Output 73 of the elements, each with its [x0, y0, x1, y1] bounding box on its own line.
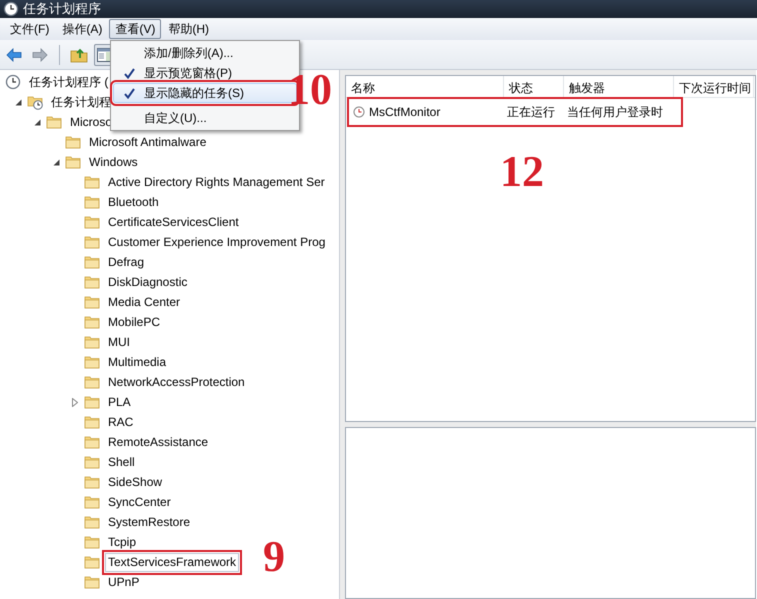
table-cell-text: MsCtfMonitor: [369, 104, 440, 121]
folder-icon: [84, 514, 100, 530]
folder-icon: [84, 254, 100, 270]
tree-item[interactable]: SystemRestore: [105, 512, 194, 532]
folder-icon: [84, 474, 100, 490]
folder-icon: [84, 314, 100, 330]
column-header[interactable]: 状态: [504, 76, 564, 97]
tree-item[interactable]: MobilePC: [105, 312, 164, 332]
tree-item[interactable]: Active Directory Rights Management Ser: [105, 172, 328, 192]
menu-item[interactable]: 操作(A): [56, 19, 108, 39]
menu-item[interactable]: 帮助(H): [162, 19, 215, 39]
tree-item[interactable]: 任务计划程序 (: [26, 72, 112, 92]
folder-clock-icon: [27, 94, 43, 110]
expanded-arrow-icon[interactable]: [34, 118, 40, 126]
menu-item[interactable]: 自定义(U)...: [113, 108, 297, 128]
folder-icon: [84, 214, 100, 230]
tree-item[interactable]: Tcpip: [105, 532, 140, 552]
column-header[interactable]: 下次运行时间: [674, 76, 754, 97]
tree-item[interactable]: Microsoft Antimalware: [86, 132, 210, 152]
folder-icon: [84, 354, 100, 370]
tree-item[interactable]: Customer Experience Improvement Prog: [105, 232, 328, 252]
folder-icon: [84, 174, 100, 190]
tree-item[interactable]: 任务计划程: [48, 92, 114, 112]
tree-item[interactable]: Defrag: [105, 252, 148, 272]
tree-item[interactable]: UPnP: [105, 572, 142, 592]
annotation-number: 9: [263, 535, 285, 579]
folder-icon: [84, 454, 100, 470]
folder-icon: [84, 434, 100, 450]
menu-item[interactable]: 查看(V): [109, 19, 162, 39]
folder-icon: [84, 534, 100, 550]
tree-item[interactable]: Shell: [105, 452, 138, 472]
folder-icon: [84, 374, 100, 390]
tree-item[interactable]: RemoteAssistance: [105, 432, 212, 452]
tree-item[interactable]: Multimedia: [105, 352, 170, 372]
tree-item[interactable]: Bluetooth: [105, 192, 162, 212]
tree-item[interactable]: DiskDiagnostic: [105, 272, 190, 292]
menu-item[interactable]: 文件(F): [4, 19, 56, 39]
folder-icon: [84, 394, 100, 410]
folder-icon: [84, 554, 100, 570]
tree-item[interactable]: MUI: [105, 332, 133, 352]
folder-icon: [46, 114, 62, 130]
tree-item[interactable]: Windows: [86, 152, 141, 172]
column-header[interactable]: 名称: [346, 76, 504, 97]
folder-icon: [84, 294, 100, 310]
tree-item[interactable]: Media Center: [105, 292, 184, 312]
tree-item[interactable]: PLA: [105, 392, 134, 412]
expanded-arrow-icon[interactable]: [14, 98, 22, 106]
menu-item[interactable]: 添加/删除列(A)...: [113, 43, 297, 63]
table-row[interactable]: MsCtfMonitor 正在运行 当任何用户登录时: [350, 100, 680, 124]
tree-item[interactable]: RAC: [105, 412, 136, 432]
folder-icon: [84, 494, 100, 510]
annotation-number: 12: [500, 150, 544, 194]
folder-icon: [84, 274, 100, 290]
window-title: 任务计划程序: [23, 0, 101, 18]
tree-item[interactable]: SyncCenter: [105, 492, 174, 512]
folder-icon: [84, 334, 100, 350]
table-cell-text: 当任何用户登录时: [567, 104, 663, 121]
folder-icon: [84, 574, 100, 590]
expanded-arrow-icon[interactable]: [52, 158, 60, 166]
folder-icon: [65, 134, 81, 150]
collapsed-arrow-icon[interactable]: [72, 398, 78, 406]
table-cell-text: 正在运行: [507, 104, 555, 121]
tree-item[interactable]: NetworkAccessProtection: [105, 372, 248, 392]
folder-icon: [84, 194, 100, 210]
tree-item[interactable]: CertificateServicesClient: [105, 212, 242, 232]
folder-icon: [84, 234, 100, 250]
folder-icon: [65, 154, 81, 170]
tree-item[interactable]: SideShow: [105, 472, 166, 492]
clock-icon: [3, 1, 19, 17]
task-clock-icon: [353, 106, 365, 118]
column-header[interactable]: 触发器: [564, 76, 674, 97]
folder-icon: [84, 414, 100, 430]
clock-icon: [5, 74, 21, 90]
